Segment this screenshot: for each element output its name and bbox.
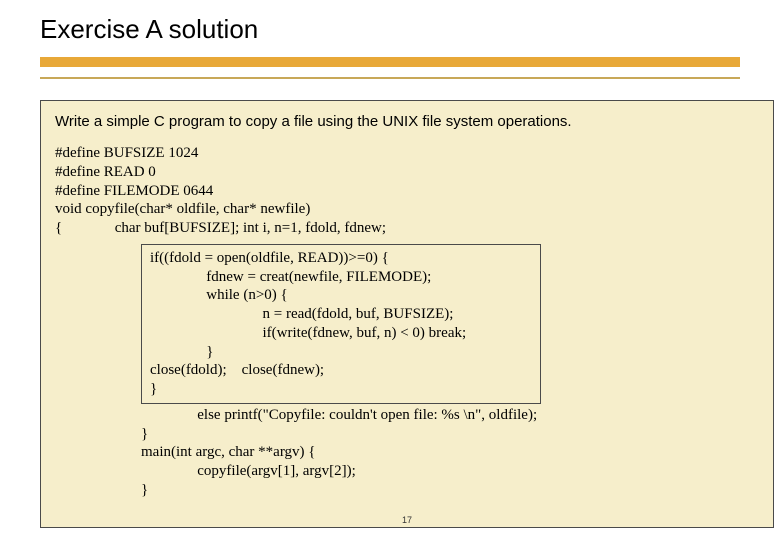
gold-bar <box>40 57 740 67</box>
page-number: 17 <box>402 515 412 525</box>
exercise-prompt: Write a simple C program to copy a file … <box>55 113 759 130</box>
title-underline <box>0 49 780 79</box>
slide: Exercise A solution Write a simple C pro… <box>0 0 780 540</box>
inner-code-box: if((fdold = open(oldfile, READ))>=0) { f… <box>141 244 541 404</box>
code-block-bottom: else printf("Copyfile: couldn't open fil… <box>141 406 759 500</box>
slide-title: Exercise A solution <box>0 0 780 49</box>
inner-code: if((fdold = open(oldfile, READ))>=0) { f… <box>150 249 532 399</box>
content-box: Write a simple C program to copy a file … <box>40 100 774 528</box>
code-block-top: #define BUFSIZE 1024 #define READ 0 #def… <box>55 144 759 238</box>
thin-line <box>40 77 740 79</box>
